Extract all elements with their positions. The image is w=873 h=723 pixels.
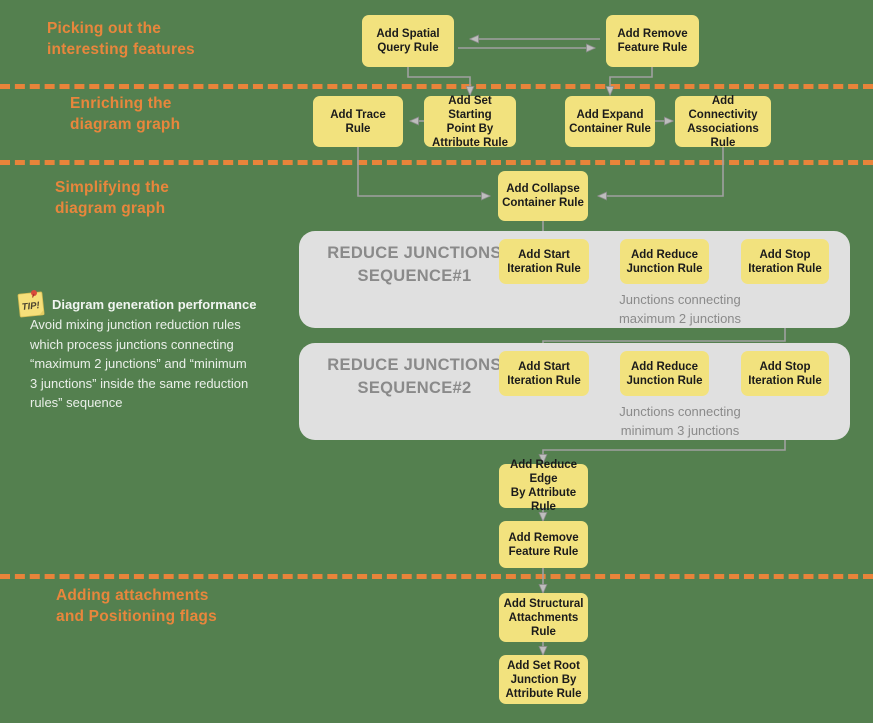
rule-box-add-stop-iteration-rule-2[interactable]: Add Stop Iteration Rule — [741, 351, 829, 396]
rule-box-add-reduce-junction-rule-2[interactable]: Add Reduce Junction Rule — [620, 351, 709, 396]
sequence-note-1: Junctions connecting maximum 2 junctions — [618, 292, 742, 326]
rule-box-add-remove-feature-rule-bottom[interactable]: Add Remove Feature Rule — [499, 521, 588, 568]
sequence-title-1: REDUCE JUNCTIONS SEQUENCE#1 — [327, 244, 502, 285]
sequence-title-2: REDUCE JUNCTIONS SEQUENCE#2 — [327, 356, 502, 397]
section-separator-3 — [0, 574, 873, 579]
rule-box-add-set-root-junction-by-attribute-rule[interactable]: Add Set Root Junction By Attribute Rule — [499, 655, 588, 704]
sequence-note-2: Junctions connecting minimum 3 junctions — [619, 404, 741, 438]
tip-callout: TIP! Diagram generation performance Avoi… — [14, 288, 304, 410]
rule-box-add-stop-iteration-rule-1[interactable]: Add Stop Iteration Rule — [741, 239, 829, 284]
rule-box-add-start-iteration-rule-1[interactable]: Add Start Iteration Rule — [499, 239, 589, 284]
rule-box-add-expand-container-rule[interactable]: Add Expand Container Rule — [565, 96, 655, 147]
rule-box-add-connectivity-associations-rule[interactable]: Add Connectivity Associations Rule — [675, 95, 771, 149]
section-separator-2 — [0, 160, 873, 165]
section-header-attachments: Adding attachments and Positioning flags — [56, 587, 217, 625]
tip-body: Avoid mixing junction reduction rules wh… — [30, 317, 249, 410]
tip-title: Diagram generation performance — [52, 297, 257, 312]
section-header-simplifying: Simplifying the diagram graph — [55, 179, 170, 217]
rule-box-add-start-iteration-rule-2[interactable]: Add Start Iteration Rule — [499, 351, 589, 396]
section-header-enriching: Enriching the diagram graph — [70, 95, 181, 133]
rule-box-add-remove-feature-rule-top[interactable]: Add Remove Feature Rule — [606, 15, 699, 67]
rule-box-add-reduce-edge-by-attribute-rule[interactable]: Add Reduce Edge By Attribute Rule — [499, 459, 588, 513]
diagram-canvas: Picking out the interesting features Enr… — [0, 0, 873, 723]
rule-box-add-spatial-query-rule[interactable]: Add Spatial Query Rule — [362, 15, 454, 67]
rule-box-add-set-starting-point-by-attribute-rule[interactable]: Add Set Starting Point By Attribute Rule — [424, 95, 516, 149]
rule-box-add-trace-rule[interactable]: Add Trace Rule — [313, 96, 403, 147]
rule-box-add-collapse-container-rule[interactable]: Add Collapse Container Rule — [498, 171, 588, 221]
section-separator-1 — [0, 84, 873, 89]
svg-text:TIP!: TIP! — [21, 300, 40, 313]
rule-box-add-reduce-junction-rule-1[interactable]: Add Reduce Junction Rule — [620, 239, 709, 284]
rule-box-add-structural-attachments-rule[interactable]: Add Structural Attachments Rule — [499, 593, 588, 642]
section-header-picking: Picking out the interesting features — [47, 20, 195, 58]
